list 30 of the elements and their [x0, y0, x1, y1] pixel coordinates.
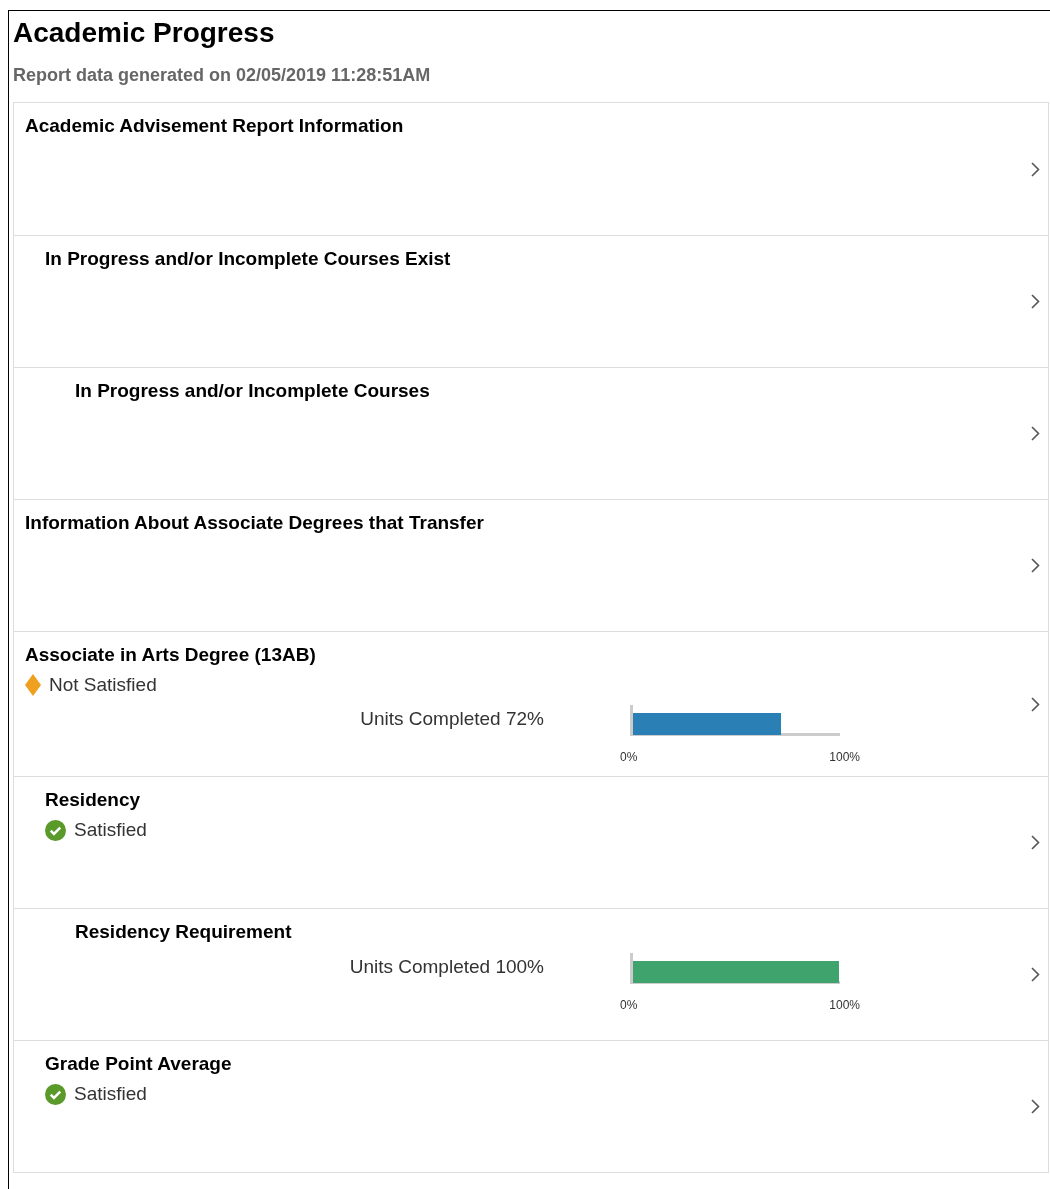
chevron-right-icon[interactable] — [1031, 967, 1040, 982]
item-title: Residency Requirement — [75, 921, 292, 942]
item-title: Grade Point Average — [45, 1053, 232, 1074]
check-circle-icon — [45, 1083, 66, 1105]
check-circle-icon — [45, 819, 66, 841]
item-title: In Progress and/or Incomplete Courses — [75, 380, 430, 401]
chevron-right-icon[interactable] — [1031, 161, 1040, 177]
units-completed-label: Units Completed 72% — [360, 707, 544, 731]
diamond-icon — [25, 674, 41, 696]
status-label: Satisfied — [74, 1082, 147, 1106]
chevron-right-icon[interactable] — [1031, 426, 1040, 441]
chevron-right-icon[interactable] — [1031, 696, 1040, 712]
status-label: Not Satisfied — [49, 673, 157, 697]
item-title: Residency — [45, 789, 141, 810]
item-title: Information About Associate Degrees that Transfer — [25, 512, 484, 533]
axis-tick-label: 100% — [829, 749, 860, 766]
chevron-right-icon[interactable] — [1031, 294, 1040, 309]
item-title: Academic Advisement Report Information — [25, 115, 404, 136]
units-completed-label: Units Completed 100% — [349, 955, 544, 979]
axis-tick-label: 100% — [829, 997, 860, 1014]
axis-tick-label: 0% — [620, 997, 638, 1014]
page-title: Academic Progress — [13, 16, 275, 50]
item-title: Associate in Arts Degree (13AB) — [25, 644, 316, 665]
axis-tick-label: 0% — [620, 749, 638, 766]
report-timestamp: Report data generated on 02/05/2019 11:28:51AM — [13, 64, 431, 87]
item-title: In Progress and/or Incomplete Courses Exist — [45, 248, 451, 269]
chevron-right-icon[interactable] — [1031, 835, 1040, 850]
chevron-right-icon[interactable] — [1031, 558, 1040, 573]
status-label: Satisfied — [74, 818, 147, 842]
chevron-right-icon[interactable] — [1031, 1099, 1040, 1114]
